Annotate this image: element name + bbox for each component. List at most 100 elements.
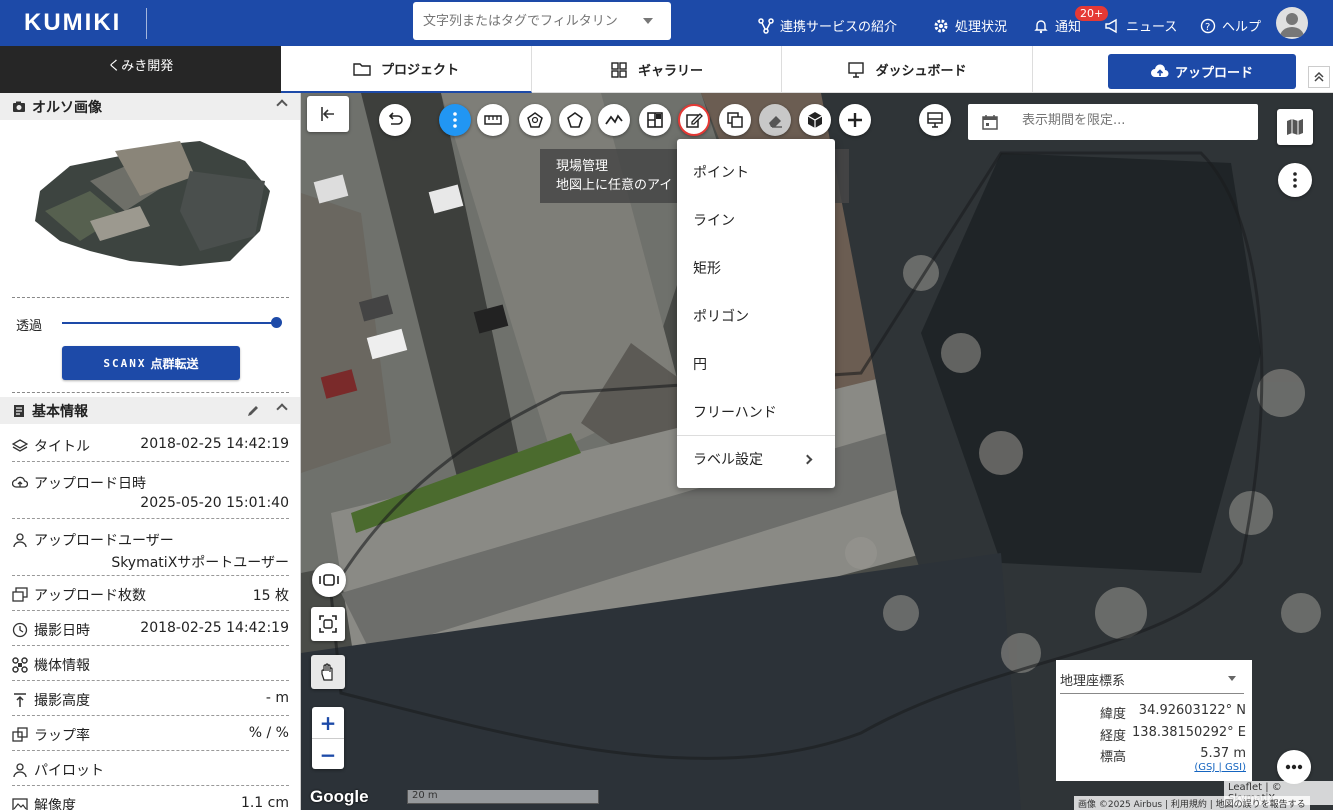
coordinate-system-value: 地理座標系 bbox=[1060, 674, 1126, 689]
menu-item-polygon[interactable]: ポリゴン bbox=[693, 306, 749, 326]
undo-button[interactable] bbox=[379, 104, 411, 136]
info-row-pilot: パイロット bbox=[12, 751, 289, 786]
map-view[interactable]: 現場管理 地図上に任意のアイ ポイント ライン 矩形 ポリゴン 円 フリーハンド… bbox=[301, 93, 1333, 810]
monitor-icon bbox=[848, 61, 865, 78]
polygon-button[interactable] bbox=[559, 104, 591, 136]
fit-width-button[interactable] bbox=[312, 563, 346, 597]
menu-item-label-settings[interactable]: ラベル設定 bbox=[693, 449, 763, 469]
coordinate-system-select[interactable]: 地理座標系 bbox=[1060, 670, 1244, 694]
monitor-icon bbox=[927, 112, 943, 128]
chevron-down-icon bbox=[1228, 676, 1236, 681]
edit-icon[interactable] bbox=[246, 404, 260, 418]
menu-item-freehand[interactable]: フリーハンド bbox=[693, 402, 777, 422]
fit-screen-icon bbox=[319, 615, 337, 633]
services-label: 連携サービスの紹介 bbox=[780, 20, 898, 35]
latitude-label: 緯度 bbox=[1100, 707, 1127, 722]
eraser-button[interactable] bbox=[759, 104, 791, 136]
coordinate-panel: 地理座標系 緯度 34.92603122° N 経度 138.38150292°… bbox=[1056, 660, 1252, 781]
info-section-header[interactable]: 基本情報 bbox=[0, 397, 300, 424]
info-row-aircraft: 機体情報 bbox=[12, 646, 289, 681]
info-row-upload-user: アップロードユーザー SkymatiXサポートユーザー bbox=[12, 519, 289, 576]
info-row-altitude: 撮影高度 - m bbox=[12, 681, 289, 716]
more-options-button[interactable] bbox=[1277, 750, 1311, 784]
tab-project[interactable]: プロジェクト bbox=[281, 46, 532, 93]
compare-button[interactable] bbox=[919, 104, 951, 136]
period-input[interactable] bbox=[1022, 113, 1242, 128]
app-logo[interactable]: KUMIKI bbox=[24, 9, 121, 37]
scanx-transfer-button[interactable]: SCANX 点群転送 bbox=[62, 346, 240, 380]
plus-icon bbox=[848, 113, 862, 127]
more-vertical-icon bbox=[1293, 172, 1297, 188]
area-button[interactable] bbox=[519, 104, 551, 136]
pan-button[interactable] bbox=[311, 655, 345, 689]
help-label: ヘルプ bbox=[1222, 20, 1262, 35]
info-row-upload-count: アップロード枚数 15 枚 bbox=[12, 576, 289, 611]
search-input[interactable] bbox=[423, 11, 638, 31]
menu-item-circle[interactable]: 円 bbox=[693, 354, 707, 374]
chevron-up-icon[interactable] bbox=[276, 99, 288, 111]
longitude-value: 138.38150292° E bbox=[1132, 725, 1246, 740]
ortho-section-header[interactable]: オルソ画像 bbox=[0, 93, 300, 120]
user-avatar[interactable] bbox=[1276, 7, 1308, 39]
help-link[interactable]: ? ヘルプ bbox=[1200, 16, 1261, 35]
basemap-button[interactable] bbox=[1277, 109, 1313, 145]
tab-dashboard[interactable]: ダッシュボード bbox=[782, 46, 1033, 93]
user-icon bbox=[1280, 13, 1304, 37]
chevron-down-icon[interactable] bbox=[643, 18, 653, 24]
collapse-panel-button[interactable] bbox=[307, 96, 349, 132]
processing-link[interactable]: 処理状況 bbox=[933, 16, 1007, 35]
chevron-up-icon[interactable] bbox=[276, 403, 288, 415]
menu-item-line[interactable]: ライン bbox=[693, 210, 735, 230]
opacity-slider[interactable] bbox=[62, 322, 276, 324]
menu-item-point[interactable]: ポイント bbox=[693, 162, 749, 182]
info-label: 撮影日時 bbox=[34, 623, 90, 639]
site-management-button[interactable] bbox=[678, 104, 710, 136]
info-label: パイロット bbox=[34, 763, 104, 779]
calendar-icon bbox=[982, 115, 998, 130]
longitude-label: 経度 bbox=[1100, 729, 1127, 744]
add-button[interactable] bbox=[839, 104, 871, 136]
ortho-title: オルソ画像 bbox=[32, 99, 102, 116]
services-link[interactable]: 連携サービスの紹介 bbox=[758, 16, 897, 35]
ortho-thumbnail[interactable] bbox=[30, 121, 270, 271]
imagery-attribution[interactable]: 画像 ©2025 Airbus | 利用規約 | 地図の誤りを報告する bbox=[1074, 796, 1310, 810]
megaphone-icon bbox=[1105, 18, 1117, 33]
elevation-value: 5.37 m bbox=[1200, 746, 1246, 761]
profile-button[interactable] bbox=[598, 104, 630, 136]
menu-item-rectangle[interactable]: 矩形 bbox=[693, 258, 721, 278]
more-vertical-icon bbox=[453, 112, 457, 128]
elevation-source-links[interactable]: (GSJ | GSI) bbox=[1194, 762, 1246, 773]
map-options-button[interactable] bbox=[1278, 163, 1312, 197]
more-tools-button[interactable] bbox=[439, 104, 471, 136]
processing-label: 処理状況 bbox=[955, 20, 1008, 35]
hand-icon bbox=[321, 663, 333, 681]
zoom-in-button[interactable]: + bbox=[312, 707, 344, 738]
fit-bounds-button[interactable] bbox=[311, 607, 345, 641]
ruler-icon bbox=[484, 115, 502, 125]
period-filter[interactable] bbox=[968, 104, 1258, 140]
collapse-header-button[interactable] bbox=[1308, 66, 1330, 88]
tab-gallery[interactable]: ギャラリー bbox=[532, 46, 782, 93]
line-chart-icon bbox=[605, 114, 623, 125]
layout-button[interactable] bbox=[639, 104, 671, 136]
search-box[interactable] bbox=[413, 2, 671, 40]
menu-divider bbox=[677, 435, 835, 436]
info-row-title: タイトル 2018-02-25 14:42:19 bbox=[12, 426, 289, 462]
bell-icon bbox=[1034, 19, 1048, 33]
eraser-icon bbox=[769, 116, 782, 128]
zoom-out-button[interactable]: − bbox=[312, 739, 344, 770]
user-icon bbox=[13, 763, 27, 778]
top-header: KUMIKI 連携サービスの紹介 処理状況 通知 20+ ニュース ? ヘルプ bbox=[0, 0, 1333, 46]
arrow-left-bar-icon bbox=[321, 107, 334, 121]
altitude-icon bbox=[14, 693, 26, 707]
notifications-link[interactable]: 通知 bbox=[1033, 16, 1081, 35]
copy-button[interactable] bbox=[719, 104, 751, 136]
news-link[interactable]: ニュース bbox=[1104, 16, 1177, 35]
opacity-slider-handle[interactable] bbox=[271, 317, 282, 328]
measure-button[interactable] bbox=[477, 104, 509, 136]
3d-button[interactable] bbox=[799, 104, 831, 136]
latitude-value: 34.92603122° N bbox=[1138, 703, 1246, 718]
company-name[interactable]: くみき開発 bbox=[0, 46, 281, 93]
upload-button[interactable]: アップロード bbox=[1108, 54, 1296, 89]
chevron-right-icon bbox=[802, 454, 813, 465]
